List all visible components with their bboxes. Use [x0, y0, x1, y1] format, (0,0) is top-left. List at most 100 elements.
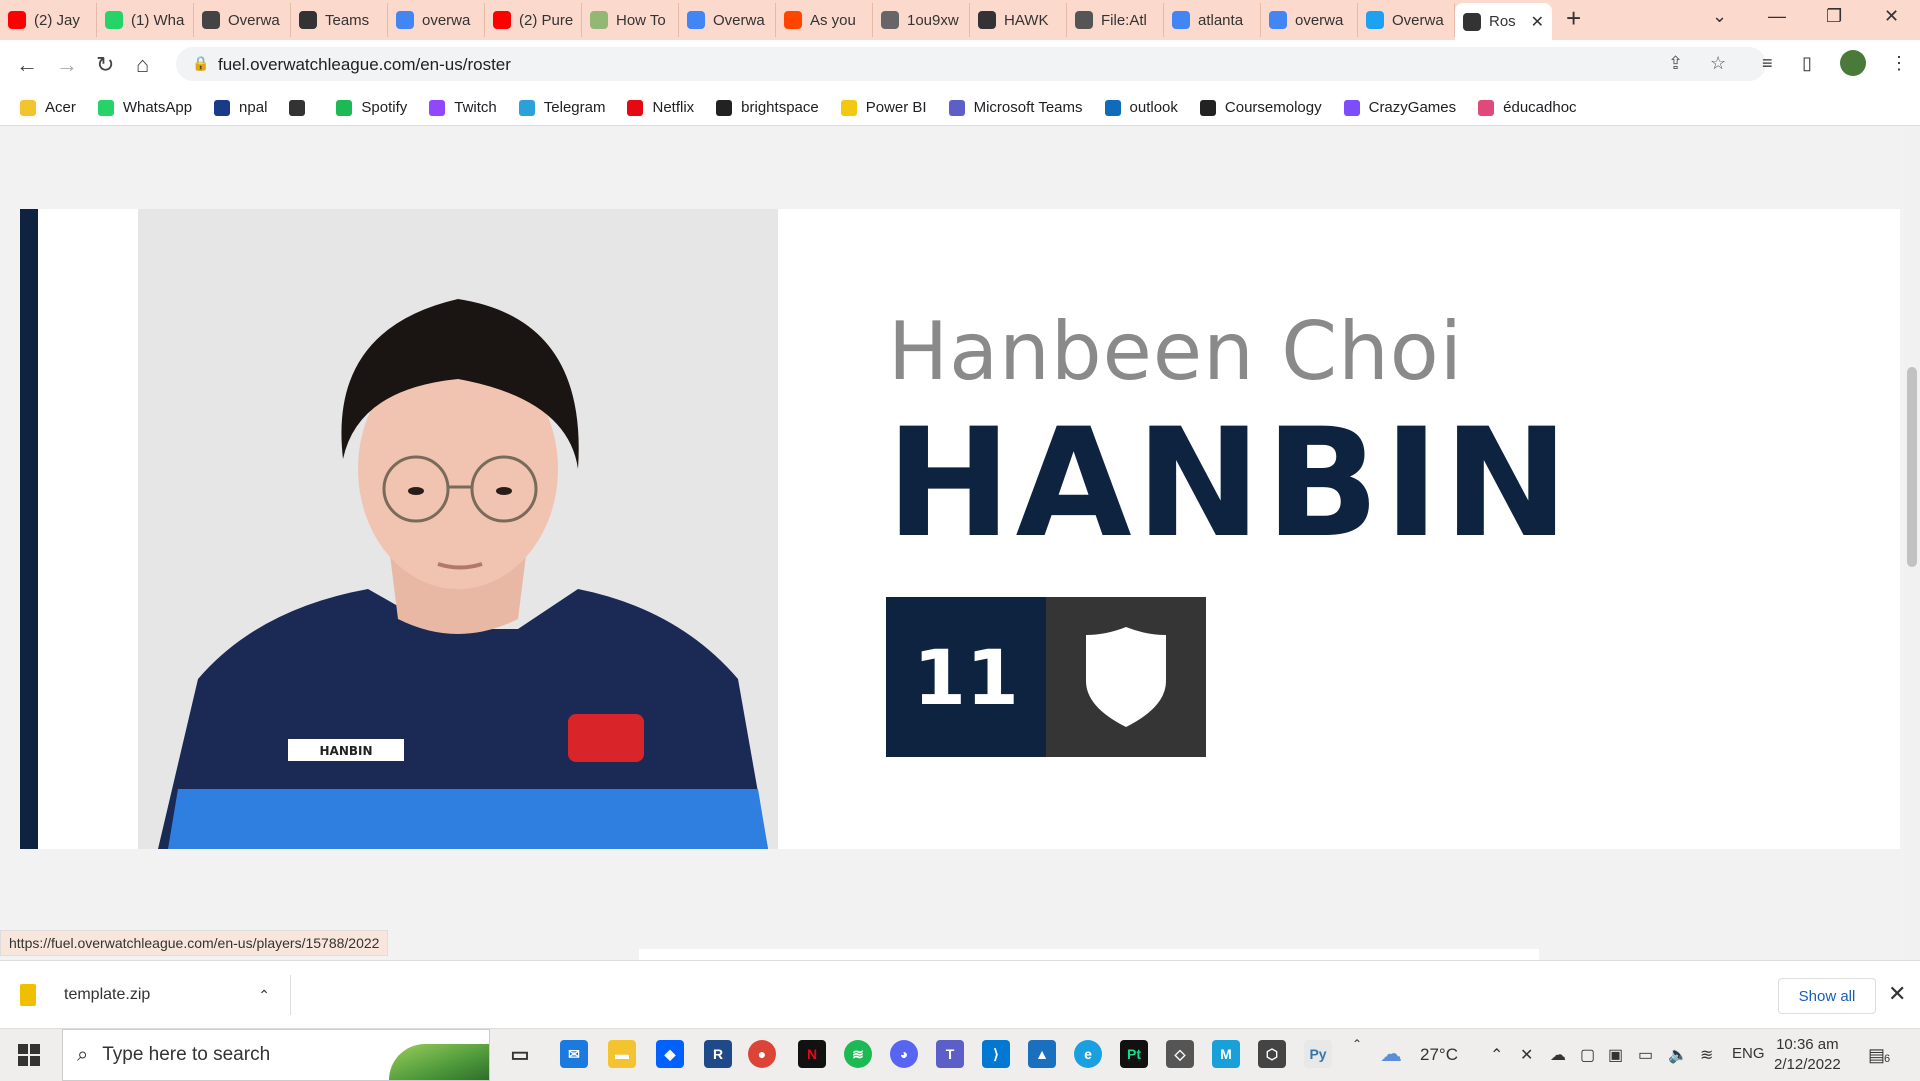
discord-icon[interactable]: ◕: [890, 1040, 918, 1068]
tab-label: Ros: [1489, 13, 1516, 30]
download-filename[interactable]: template.zip: [64, 986, 150, 1004]
bookmark-11[interactable]: outlook: [1104, 99, 1178, 116]
taskbar-search-box[interactable]: ⌕ Type here to search: [62, 1029, 490, 1081]
tab-search-icon[interactable]: ⌄: [1712, 6, 1727, 27]
bookmark-8[interactable]: brightspace: [716, 99, 819, 116]
tab-5[interactable]: (2) Pure: [485, 3, 582, 37]
bookmark-5[interactable]: Twitch: [429, 99, 497, 116]
address-url[interactable]: fuel.overwatchleague.com/en-us/roster: [218, 55, 511, 75]
pycharm-icon[interactable]: Pt: [1120, 1040, 1148, 1068]
vscode-icon[interactable]: ⟩: [982, 1040, 1010, 1068]
menu-icon[interactable]: ⋮: [1890, 53, 1908, 74]
reload-button[interactable]: ↻: [96, 52, 114, 78]
security-icon[interactable]: ▣: [1608, 1045, 1623, 1065]
bookmark-2[interactable]: npal: [214, 99, 267, 116]
tray-expand-icon[interactable]: ⌃: [1490, 1045, 1503, 1065]
lock-icon[interactable]: 🔒: [192, 55, 209, 72]
download-item[interactable]: template.zip ⌃: [20, 975, 291, 1015]
tab-11[interactable]: File:Atl: [1067, 3, 1164, 37]
mail-icon[interactable]: ✉: [560, 1040, 588, 1068]
home-button[interactable]: ⌂: [136, 52, 149, 78]
chrome-icon[interactable]: ●: [748, 1040, 776, 1068]
clock[interactable]: 10:36 am 2/12/2022: [1774, 1035, 1841, 1075]
bookmark-6[interactable]: Telegram: [518, 99, 605, 116]
overflow-chevron-icon[interactable]: ⌃: [1352, 1037, 1362, 1051]
back-button[interactable]: ←: [16, 52, 38, 78]
minimize-button[interactable]: —: [1768, 6, 1786, 27]
bookmark-0[interactable]: Acer: [20, 99, 76, 116]
photos-icon[interactable]: ▲: [1028, 1040, 1056, 1068]
profile-avatar[interactable]: [1840, 50, 1866, 76]
tab-9[interactable]: 1ou9xw: [873, 3, 970, 37]
forward-button[interactable]: →: [56, 52, 78, 78]
media-control-icon[interactable]: ≡: [1762, 53, 1773, 74]
close-window-button[interactable]: ✕: [1884, 6, 1899, 27]
close-download-bar-button[interactable]: ✕: [1888, 981, 1906, 1007]
bookmark-star-icon[interactable]: ☆: [1710, 53, 1726, 74]
dropbox-icon[interactable]: ◆: [656, 1040, 684, 1068]
bookmark-label: Spotify: [361, 99, 408, 116]
edge-icon[interactable]: e: [1074, 1040, 1102, 1068]
tab-1[interactable]: (1) Wha: [97, 3, 194, 37]
bookmark-10[interactable]: Microsoft Teams: [948, 99, 1083, 116]
bookmark-3[interactable]: [289, 99, 314, 116]
tab-3[interactable]: Teams: [291, 3, 388, 37]
share-icon[interactable]: ⇪: [1668, 53, 1683, 74]
tab-2[interactable]: Overwa: [194, 3, 291, 37]
file-explorer-icon[interactable]: ▬: [608, 1040, 636, 1068]
tab-14[interactable]: Overwa: [1358, 3, 1455, 37]
weather-icon[interactable]: ☁: [1380, 1041, 1402, 1067]
npal-icon: [214, 99, 231, 116]
bookmark-1[interactable]: WhatsApp: [97, 99, 192, 116]
tab-7[interactable]: Overwa: [679, 3, 776, 37]
tab-6[interactable]: How To: [582, 3, 679, 37]
windows-start-icon[interactable]: [18, 1044, 40, 1066]
new-tab-button[interactable]: +: [1566, 3, 1581, 34]
show-all-button[interactable]: Show all: [1778, 978, 1876, 1014]
bookmark-4[interactable]: Spotify: [336, 99, 407, 116]
network-warning-icon[interactable]: ✕: [1520, 1045, 1533, 1065]
weather-temp[interactable]: 27°C: [1420, 1045, 1458, 1065]
chevron-up-icon[interactable]: ⌃: [258, 987, 270, 1004]
bookmark-9[interactable]: Power BI: [840, 99, 927, 116]
netflix-icon[interactable]: N: [798, 1040, 826, 1068]
tab-12[interactable]: atlanta: [1164, 3, 1261, 37]
teams-icon[interactable]: T: [936, 1040, 964, 1068]
onedrive-icon[interactable]: ☁: [1550, 1045, 1566, 1065]
next-player-card[interactable]: [639, 949, 1539, 960]
maya-icon[interactable]: M: [1212, 1040, 1240, 1068]
address-bar[interactable]: 🔒 fuel.overwatchleague.com/en-us/roster …: [176, 47, 1766, 81]
language-indicator[interactable]: ENG: [1732, 1045, 1765, 1062]
taskbar-search-placeholder[interactable]: Type here to search: [102, 1044, 270, 1066]
tab-8[interactable]: As you: [776, 3, 873, 37]
bookmark-7[interactable]: Netflix: [627, 99, 694, 116]
wifi-icon[interactable]: ≋: [1700, 1045, 1713, 1065]
bookmark-14[interactable]: éducadhoc: [1478, 99, 1577, 116]
download-bar: template.zip ⌃ Show all ✕: [0, 960, 1920, 1029]
tab-15[interactable]: Ros ✕: [1455, 3, 1552, 40]
notifications-icon[interactable]: ▤: [1868, 1045, 1885, 1066]
task-view-icon[interactable]: ▭: [506, 1040, 534, 1068]
spotify-icon[interactable]: ≋: [844, 1040, 872, 1068]
player-card[interactable]: HANBIN Hanbeen Choi HANBIN 11: [20, 209, 1900, 849]
unity-icon[interactable]: ◇: [1166, 1040, 1194, 1068]
page-content: HANBIN Hanbeen Choi HANBIN 11: [0, 127, 1904, 960]
reader-app-icon[interactable]: R: [704, 1040, 732, 1068]
bookmark-13[interactable]: CrazyGames: [1343, 99, 1456, 116]
restore-button[interactable]: ❐: [1826, 6, 1842, 27]
tab-13[interactable]: overwa: [1261, 3, 1358, 37]
side-panel-icon[interactable]: ▯: [1802, 53, 1812, 74]
tab-label: (1) Wha: [131, 11, 185, 29]
volume-icon[interactable]: 🔈: [1668, 1045, 1688, 1065]
tab-10[interactable]: HAWK: [970, 3, 1067, 37]
battery-icon[interactable]: ▭: [1638, 1045, 1653, 1065]
unity-hub-icon[interactable]: ⬡: [1258, 1040, 1286, 1068]
tab-4[interactable]: overwa: [388, 3, 485, 37]
tab-0[interactable]: (2) Jay: [0, 3, 97, 37]
close-tab-icon[interactable]: ✕: [1531, 12, 1544, 32]
python-icon[interactable]: Py: [1304, 1040, 1332, 1068]
page-scrollbar[interactable]: [1904, 127, 1920, 960]
bookmark-12[interactable]: Coursemology: [1199, 99, 1322, 116]
device-icon[interactable]: ▢: [1580, 1045, 1595, 1065]
scrollbar-thumb[interactable]: [1907, 367, 1917, 567]
